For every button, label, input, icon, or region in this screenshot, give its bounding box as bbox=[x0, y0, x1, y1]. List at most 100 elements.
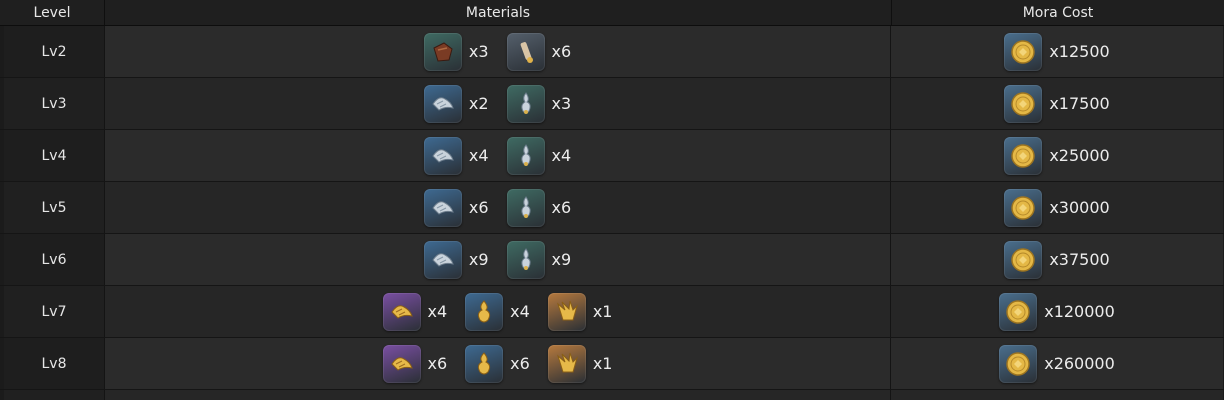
mora-quantity: x12500 bbox=[1049, 42, 1110, 61]
header-level: Level bbox=[33, 4, 71, 21]
material-item[interactable]: x3 bbox=[423, 32, 489, 71]
mora-quantity: x17500 bbox=[1049, 94, 1110, 113]
mora-quantity: x37500 bbox=[1049, 250, 1110, 269]
table-row: Lv8 x6 x6 x1 x260000 bbox=[0, 338, 1224, 390]
mora-item[interactable]: x30000 bbox=[1004, 188, 1110, 227]
material-item[interactable]: x1 bbox=[547, 292, 613, 331]
material-item[interactable]: x1 bbox=[547, 344, 613, 383]
mora-coin-icon[interactable] bbox=[1004, 32, 1043, 71]
material-item[interactable]: x4 bbox=[506, 136, 572, 175]
leather-brown-icon[interactable] bbox=[423, 32, 462, 71]
material-item[interactable]: x6 bbox=[465, 344, 530, 383]
mora-item[interactable]: x17500 bbox=[1004, 84, 1110, 123]
mora-coin-icon[interactable] bbox=[1004, 240, 1043, 279]
mora-cell: x25000 bbox=[890, 130, 1223, 181]
mora-quantity: x30000 bbox=[1049, 198, 1110, 217]
table-row: Lv5 x6 x6 x30000 bbox=[0, 182, 1224, 234]
materials-cell: x4 x4 bbox=[104, 130, 890, 181]
level-cell: Lv6 bbox=[4, 234, 104, 285]
mora-cell: x37500 bbox=[890, 234, 1223, 285]
material-item[interactable]: x6 bbox=[506, 32, 572, 71]
material-quantity: x9 bbox=[551, 250, 572, 269]
silver-flame-icon[interactable] bbox=[506, 188, 545, 227]
materials-cell bbox=[104, 390, 890, 400]
level-cell: Lv3 bbox=[4, 78, 104, 129]
material-quantity: x9 bbox=[468, 250, 489, 269]
silver-claw-icon[interactable] bbox=[423, 84, 462, 123]
material-quantity: x3 bbox=[468, 42, 489, 61]
level-cell bbox=[4, 390, 104, 400]
material-item[interactable]: x4 bbox=[423, 136, 489, 175]
slate-scroll-icon[interactable] bbox=[506, 32, 545, 71]
mora-quantity: x120000 bbox=[1044, 302, 1115, 321]
mora-coin-icon[interactable] bbox=[1004, 188, 1043, 227]
materials-cell: x4 x4 x1 bbox=[104, 286, 890, 337]
mora-cell bbox=[890, 390, 1223, 400]
table-row: Lv3 x2 x3 x17500 bbox=[0, 78, 1224, 130]
gold-crown-icon[interactable] bbox=[547, 292, 586, 331]
materials-cell: x2 x3 bbox=[104, 78, 890, 129]
talent-materials-table: Level Materials Mora Cost Lv2 x3 x6 x12500 L… bbox=[0, 0, 1224, 400]
material-quantity: x2 bbox=[468, 94, 489, 113]
material-item[interactable]: x4 bbox=[382, 292, 448, 331]
silver-claw-icon[interactable] bbox=[423, 136, 462, 175]
gold-claw-icon[interactable] bbox=[382, 344, 421, 383]
level-cell: Lv4 bbox=[4, 130, 104, 181]
materials-cell: x6 x6 x1 bbox=[104, 338, 890, 389]
level-cell: Lv7 bbox=[4, 286, 104, 337]
material-item[interactable]: x2 bbox=[423, 84, 489, 123]
material-quantity: x6 bbox=[551, 198, 572, 217]
mora-coin-icon[interactable] bbox=[1004, 136, 1043, 175]
material-quantity: x1 bbox=[592, 354, 613, 373]
silver-claw-icon[interactable] bbox=[423, 188, 462, 227]
table-row: Lv6 x9 x9 x37500 bbox=[0, 234, 1224, 286]
mora-coin-icon[interactable] bbox=[999, 344, 1038, 383]
mora-cell: x260000 bbox=[890, 338, 1223, 389]
table-row: Lv4 x4 x4 x25000 bbox=[0, 130, 1224, 182]
silver-flame-icon[interactable] bbox=[506, 240, 545, 279]
material-item[interactable]: x3 bbox=[506, 84, 571, 123]
material-item[interactable]: x6 bbox=[506, 188, 572, 227]
material-item[interactable]: x9 bbox=[423, 240, 489, 279]
mora-cell: x120000 bbox=[890, 286, 1223, 337]
mora-cell: x12500 bbox=[890, 26, 1223, 77]
mora-item[interactable]: x12500 bbox=[1004, 32, 1110, 71]
mora-quantity: x260000 bbox=[1044, 354, 1115, 373]
material-quantity: x6 bbox=[427, 354, 448, 373]
material-quantity: x1 bbox=[592, 302, 613, 321]
level-cell: Lv5 bbox=[4, 182, 104, 233]
gold-crown-icon[interactable] bbox=[547, 344, 586, 383]
material-quantity: x6 bbox=[468, 198, 489, 217]
table-row: Lv2 x3 x6 x12500 bbox=[0, 26, 1224, 78]
gold-flame-icon[interactable] bbox=[465, 344, 504, 383]
material-item[interactable]: x9 bbox=[506, 240, 572, 279]
material-quantity: x4 bbox=[468, 146, 489, 165]
material-item[interactable]: x4 bbox=[465, 292, 530, 331]
silver-flame-icon[interactable] bbox=[506, 84, 545, 123]
mora-item[interactable]: x120000 bbox=[999, 292, 1115, 331]
mora-item[interactable]: x37500 bbox=[1004, 240, 1110, 279]
level-cell: Lv8 bbox=[4, 338, 104, 389]
mora-coin-icon[interactable] bbox=[1004, 84, 1043, 123]
header-materials: Materials bbox=[104, 0, 891, 25]
mora-item[interactable]: x260000 bbox=[999, 344, 1115, 383]
material-quantity: x4 bbox=[551, 146, 572, 165]
materials-cell: x3 x6 bbox=[104, 26, 890, 77]
mora-coin-icon[interactable] bbox=[999, 292, 1038, 331]
mora-quantity: x25000 bbox=[1049, 146, 1110, 165]
silver-flame-icon[interactable] bbox=[506, 136, 545, 175]
header-mora-cost: Mora Cost bbox=[891, 0, 1224, 25]
table-body: Lv2 x3 x6 x12500 Lv3 x2 x3 x17500 Lv4 x4 x4 x25000 L… bbox=[0, 26, 1224, 390]
material-quantity: x4 bbox=[427, 302, 448, 321]
mora-cell: x30000 bbox=[890, 182, 1223, 233]
gold-claw-icon[interactable] bbox=[382, 292, 421, 331]
gold-flame-icon[interactable] bbox=[465, 292, 504, 331]
material-item[interactable]: x6 bbox=[423, 188, 489, 227]
materials-cell: x9 x9 bbox=[104, 234, 890, 285]
mora-item[interactable]: x25000 bbox=[1004, 136, 1110, 175]
table-header: Level Materials Mora Cost bbox=[0, 0, 1224, 26]
material-quantity: x6 bbox=[551, 42, 572, 61]
material-item[interactable]: x6 bbox=[382, 344, 448, 383]
table-row: Lv7 x4 x4 x1 x120000 bbox=[0, 286, 1224, 338]
silver-claw-icon[interactable] bbox=[423, 240, 462, 279]
